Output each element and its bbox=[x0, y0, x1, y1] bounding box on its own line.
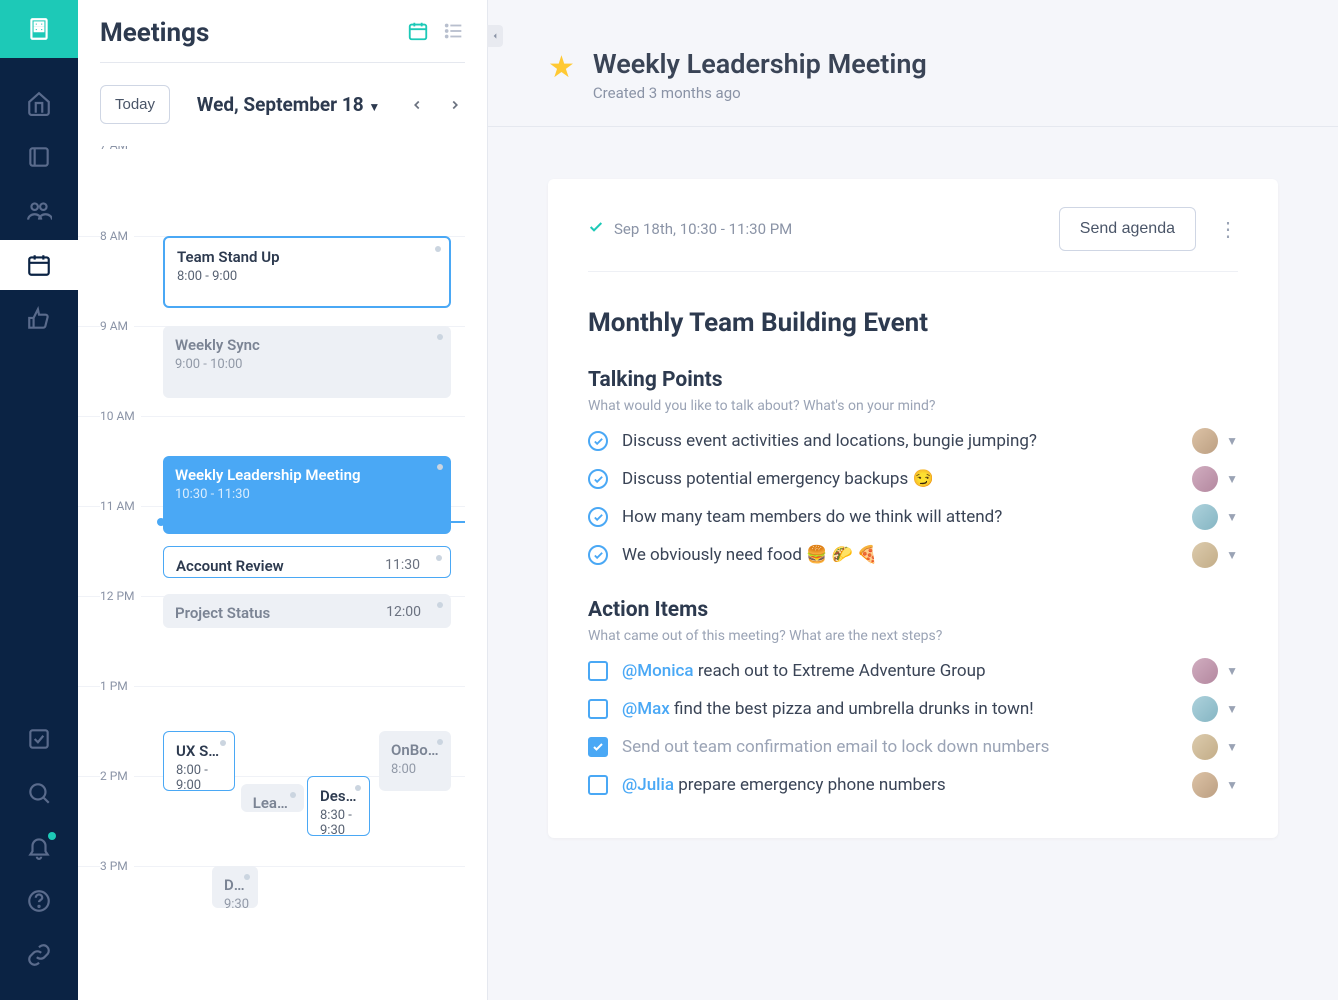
action-item-text: @Max find the best pizza and umbrella dr… bbox=[622, 699, 1178, 719]
action-item[interactable]: @Julia prepare emergency phone numbers ▼ bbox=[588, 772, 1238, 798]
action-item[interactable]: @Max find the best pizza and umbrella dr… bbox=[588, 696, 1238, 722]
hour-label: 1 PM bbox=[100, 679, 134, 693]
star-icon[interactable]: ★ bbox=[548, 48, 575, 85]
list-view-icon[interactable] bbox=[443, 20, 465, 46]
checkbox[interactable] bbox=[588, 737, 608, 757]
circle-check-icon[interactable] bbox=[588, 431, 608, 451]
nav-people[interactable] bbox=[0, 186, 78, 236]
calendar-event[interactable]: Project Status12:00 bbox=[163, 594, 451, 628]
meeting-title: Weekly Leadership Meeting bbox=[593, 48, 927, 80]
nav-link[interactable]: ▶ bbox=[0, 930, 78, 980]
nav-help[interactable] bbox=[0, 876, 78, 926]
action-item-text: Send out team confirmation email to lock… bbox=[622, 737, 1178, 757]
notification-dot bbox=[48, 832, 56, 840]
assignee-avatar[interactable] bbox=[1192, 504, 1218, 530]
collapse-panel-button[interactable] bbox=[487, 25, 503, 47]
hour-label: 12 PM bbox=[100, 589, 141, 603]
talking-point-text: Discuss potential emergency backups 😏 bbox=[622, 469, 1178, 489]
calendar-event[interactable]: Account Review11:30 bbox=[163, 546, 451, 578]
hour-label: 2 PM bbox=[100, 769, 134, 783]
circle-check-icon[interactable] bbox=[588, 469, 608, 489]
checkbox[interactable] bbox=[588, 699, 608, 719]
calendar-event[interactable]: Weekly Sync9:00 - 10:00 bbox=[163, 326, 451, 398]
talking-point-text: Discuss event activities and locations, … bbox=[622, 431, 1178, 451]
nav-calendar[interactable] bbox=[0, 240, 78, 290]
action-item[interactable]: Send out team confirmation email to lock… bbox=[588, 734, 1238, 760]
chevron-down-icon[interactable]: ▼ bbox=[1226, 664, 1238, 678]
talking-point-item[interactable]: Discuss potential emergency backups 😏 ▼ bbox=[588, 466, 1238, 492]
action-items-hint: What came out of this meeting? What are … bbox=[588, 628, 1238, 644]
agenda-card: Sep 18th, 10:30 - 11:30 PM Send agenda ⋮… bbox=[548, 179, 1278, 838]
left-nav: ▶ bbox=[0, 0, 78, 1000]
chevron-down-icon[interactable]: ▼ bbox=[1226, 472, 1238, 486]
talking-points-heading: Talking Points bbox=[588, 368, 1238, 392]
calendar-event[interactable]: Design9:30 bbox=[212, 866, 258, 908]
assignee-avatar[interactable] bbox=[1192, 772, 1218, 798]
calendar-view-icon[interactable] bbox=[407, 20, 429, 46]
check-icon bbox=[588, 219, 604, 239]
hour-label: 7 AM bbox=[100, 146, 134, 152]
nav-search[interactable] bbox=[0, 768, 78, 818]
nav-notifications[interactable] bbox=[0, 822, 78, 872]
chevron-down-icon[interactable]: ▼ bbox=[1226, 548, 1238, 562]
circle-check-icon[interactable] bbox=[588, 545, 608, 565]
talking-point-text: How many team members do we think will a… bbox=[622, 507, 1178, 527]
assignee-avatar[interactable] bbox=[1192, 466, 1218, 492]
calendar-event[interactable]: Leadership bbox=[241, 784, 304, 812]
meeting-detail-panel: ★ Weekly Leadership Meeting Created 3 mo… bbox=[488, 0, 1338, 1000]
prev-day-button[interactable] bbox=[407, 95, 427, 115]
action-item-text: @Monica reach out to Extreme Adventure G… bbox=[622, 661, 1178, 681]
chevron-down-icon[interactable]: ▼ bbox=[1226, 510, 1238, 524]
date-picker[interactable]: Wed, September 18 ▼ bbox=[188, 93, 389, 116]
nav-thumbs-up[interactable] bbox=[0, 294, 78, 344]
calendar-panel: Meetings Today Wed, September 18 ▼ 7 AM 8… bbox=[78, 0, 488, 1000]
chevron-down-icon[interactable]: ▼ bbox=[1226, 434, 1238, 448]
talking-point-text: We obviously need food 🍔 🌮 🍕 bbox=[622, 545, 1178, 565]
talking-point-item[interactable]: Discuss event activities and locations, … bbox=[588, 428, 1238, 454]
today-button[interactable]: Today bbox=[100, 85, 170, 124]
chevron-down-icon[interactable]: ▼ bbox=[1226, 702, 1238, 716]
nav-home[interactable] bbox=[0, 78, 78, 128]
hour-label: 8 AM bbox=[100, 229, 134, 243]
assignee-avatar[interactable] bbox=[1192, 542, 1218, 568]
checkbox[interactable] bbox=[588, 775, 608, 795]
page-title: Meetings bbox=[100, 18, 209, 48]
calendar-event[interactable]: OnBoarding8:00 bbox=[379, 731, 451, 791]
hour-label: 9 AM bbox=[100, 319, 134, 333]
chevron-down-icon[interactable]: ▼ bbox=[1226, 778, 1238, 792]
checkbox[interactable] bbox=[588, 661, 608, 681]
circle-check-icon[interactable] bbox=[588, 507, 608, 527]
assignee-avatar[interactable] bbox=[1192, 658, 1218, 684]
meeting-created: Created 3 months ago bbox=[593, 84, 927, 102]
agenda-title: Monthly Team Building Event bbox=[588, 308, 1238, 338]
calendar-event[interactable]: Design Lunch8:30 - 9:30 bbox=[307, 776, 370, 836]
more-menu-icon[interactable]: ⋮ bbox=[1218, 217, 1238, 241]
talking-point-item[interactable]: We obviously need food 🍔 🌮 🍕 ▼ bbox=[588, 542, 1238, 568]
assignee-avatar[interactable] bbox=[1192, 734, 1218, 760]
talking-point-item[interactable]: How many team members do we think will a… bbox=[588, 504, 1238, 530]
calendar-event[interactable]: Team Stand Up8:00 - 9:00 bbox=[163, 236, 451, 308]
calendar-event[interactable]: UX Stand Up8:00 - 9:00 bbox=[163, 731, 235, 791]
action-item-text: @Julia prepare emergency phone numbers bbox=[622, 775, 1178, 795]
hour-label: 11 AM bbox=[100, 499, 141, 513]
assignee-avatar[interactable] bbox=[1192, 696, 1218, 722]
action-item[interactable]: @Monica reach out to Extreme Adventure G… bbox=[588, 658, 1238, 684]
send-agenda-button[interactable]: Send agenda bbox=[1059, 207, 1196, 251]
hour-label: 10 AM bbox=[100, 409, 141, 423]
hour-label: 3 PM bbox=[100, 859, 134, 873]
assignee-avatar[interactable] bbox=[1192, 428, 1218, 454]
nav-checklist[interactable] bbox=[0, 714, 78, 764]
app-logo[interactable] bbox=[0, 0, 78, 58]
talking-points-hint: What would you like to talk about? What'… bbox=[588, 398, 1238, 414]
meeting-datetime: Sep 18th, 10:30 - 11:30 PM bbox=[614, 220, 792, 238]
nav-book[interactable] bbox=[0, 132, 78, 182]
chevron-down-icon[interactable]: ▼ bbox=[1226, 740, 1238, 754]
next-day-button[interactable] bbox=[445, 95, 465, 115]
action-items-heading: Action Items bbox=[588, 598, 1238, 622]
